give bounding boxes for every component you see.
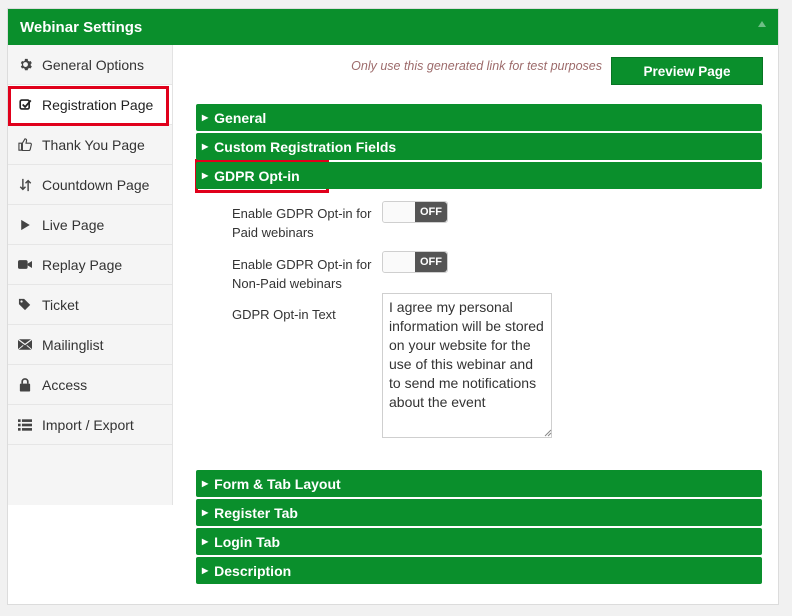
expand-triangle-icon: ▶ bbox=[202, 566, 209, 575]
expand-triangle-icon: ▶ bbox=[202, 142, 209, 151]
thumbs-up-icon bbox=[18, 138, 32, 152]
sidebar-item-thank-you-page[interactable]: Thank You Page bbox=[8, 125, 172, 165]
sidebar-item-live-page[interactable]: Live Page bbox=[8, 205, 172, 245]
accordion-label: Register Tab bbox=[214, 504, 298, 521]
panel-title: Webinar Settings bbox=[20, 18, 143, 36]
gdpr-text-label: GDPR Opt-in Text bbox=[232, 307, 336, 322]
test-purposes-note: Only use this generated link for test pu… bbox=[351, 59, 602, 73]
sidebar-item-label: Ticket bbox=[42, 296, 79, 313]
toggle-state: OFF bbox=[415, 202, 447, 222]
accordion-register-tab[interactable]: ▶ Register Tab bbox=[196, 499, 762, 526]
sidebar-item-label: Live Page bbox=[42, 216, 105, 233]
gdpr-paid-toggle[interactable]: OFF bbox=[382, 201, 448, 223]
sidebar-item-registration-page[interactable]: Registration Page bbox=[8, 85, 172, 125]
preview-page-button[interactable]: Preview Page bbox=[611, 57, 763, 85]
resize-grip-icon[interactable] bbox=[544, 429, 552, 437]
toggle-knob bbox=[383, 252, 417, 272]
check-square-icon bbox=[18, 98, 32, 112]
sidebar-item-general-options[interactable]: General Options bbox=[8, 45, 172, 85]
video-camera-icon bbox=[18, 258, 32, 272]
accordion-label: Form & Tab Layout bbox=[214, 475, 341, 492]
accordion-general[interactable]: ▶ General bbox=[196, 104, 762, 131]
tags-icon bbox=[18, 298, 32, 312]
sidebar-item-replay-page[interactable]: Replay Page bbox=[8, 245, 172, 285]
accordion-label: Login Tab bbox=[214, 533, 280, 550]
accordion-label: GDPR Opt-in bbox=[214, 167, 300, 184]
toggle-knob bbox=[383, 202, 417, 222]
sidebar-item-label: Replay Page bbox=[42, 256, 123, 273]
gdpr-paid-label: Enable GDPR Opt-in for Paid webinars bbox=[232, 206, 372, 240]
accordion-label: Description bbox=[214, 562, 292, 579]
accordion-label: Custom Registration Fields bbox=[214, 138, 397, 155]
toggle-state: OFF bbox=[415, 252, 447, 272]
sidebar-item-mailinglist[interactable]: Mailinglist bbox=[8, 325, 172, 365]
sidebar-item-label: Registration Page bbox=[42, 96, 154, 113]
expand-triangle-icon: ▶ bbox=[202, 171, 209, 180]
sidebar-item-label: Countdown Page bbox=[42, 176, 150, 193]
lock-icon bbox=[18, 377, 32, 392]
sidebar-item-label: Import / Export bbox=[42, 416, 134, 433]
play-icon bbox=[18, 218, 32, 232]
list-icon bbox=[18, 418, 32, 432]
sidebar-item-ticket[interactable]: Ticket bbox=[8, 285, 172, 325]
expand-triangle-icon: ▶ bbox=[202, 537, 209, 546]
gdpr-nonpaid-toggle[interactable]: OFF bbox=[382, 251, 448, 273]
sidebar-item-countdown-page[interactable]: Countdown Page bbox=[8, 165, 172, 205]
sort-arrows-icon bbox=[18, 178, 32, 192]
expand-triangle-icon: ▶ bbox=[202, 479, 209, 488]
sidebar-item-label: General Options bbox=[42, 56, 144, 73]
sidebar: General Options Registration Page Thank … bbox=[8, 45, 173, 505]
sidebar-item-access[interactable]: Access bbox=[8, 365, 172, 405]
expand-triangle-icon: ▶ bbox=[202, 113, 209, 122]
sidebar-item-import-export[interactable]: Import / Export bbox=[8, 405, 172, 445]
accordion-login-tab[interactable]: ▶ Login Tab bbox=[196, 528, 762, 555]
sidebar-item-label: Thank You Page bbox=[42, 136, 145, 153]
accordion-label: General bbox=[214, 109, 267, 126]
gear-icon bbox=[18, 58, 32, 72]
gdpr-nonpaid-label: Enable GDPR Opt-in for Non-Paid webinars bbox=[232, 257, 372, 291]
gdpr-text-textarea[interactable]: I agree my personal information will be … bbox=[382, 293, 552, 438]
panel-header[interactable]: Webinar Settings bbox=[8, 9, 778, 45]
sidebar-item-label: Access bbox=[42, 376, 88, 393]
expand-triangle-icon: ▶ bbox=[202, 508, 209, 517]
accordion-description[interactable]: ▶ Description bbox=[196, 557, 762, 584]
envelope-icon bbox=[18, 338, 32, 352]
accordion-custom-registration-fields[interactable]: ▶ Custom Registration Fields bbox=[196, 133, 762, 160]
collapse-arrow-icon[interactable] bbox=[758, 21, 766, 27]
accordion-form-tab-layout[interactable]: ▶ Form & Tab Layout bbox=[196, 470, 762, 497]
accordion-gdpr-opt-in[interactable]: ▶ GDPR Opt-in bbox=[196, 162, 762, 189]
sidebar-item-label: Mailinglist bbox=[42, 336, 104, 353]
